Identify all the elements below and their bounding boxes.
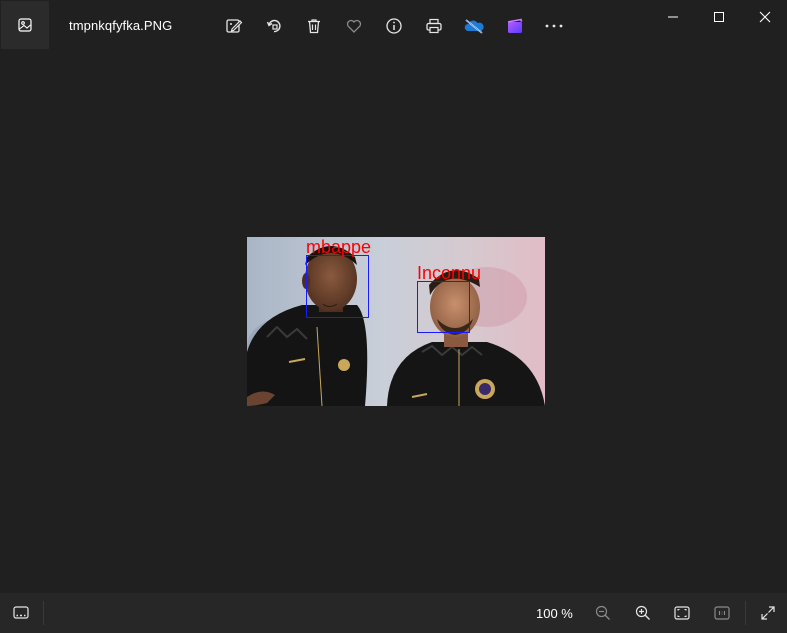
favorite-icon[interactable] xyxy=(341,13,367,39)
delete-icon[interactable] xyxy=(301,13,327,39)
zoom-level: 100 % xyxy=(536,606,573,621)
status-divider xyxy=(43,601,44,625)
photos-window: tmpnkqfyfka.PNG mbappe Inconnu 100 % xyxy=(0,0,787,633)
face-box-mbappe xyxy=(306,255,369,318)
info-icon[interactable] xyxy=(381,13,407,39)
onedrive-icon[interactable] xyxy=(461,13,487,39)
rotate-icon[interactable] xyxy=(261,13,287,39)
filmstrip-icon[interactable] xyxy=(9,601,33,625)
edit-image-icon[interactable] xyxy=(221,13,247,39)
photos-app-icon[interactable] xyxy=(1,1,49,49)
zoom-out-icon[interactable] xyxy=(591,601,615,625)
maximize-icon[interactable] xyxy=(696,0,742,34)
print-icon[interactable] xyxy=(421,13,447,39)
file-name: tmpnkqfyfka.PNG xyxy=(69,18,173,33)
fit-to-window-icon[interactable] xyxy=(670,601,694,625)
title-bar: tmpnkqfyfka.PNG xyxy=(0,0,787,49)
bottom-toolbar: 100 % xyxy=(0,593,787,633)
minimize-icon[interactable] xyxy=(650,0,696,34)
face-label-mbappe: mbappe xyxy=(306,237,372,257)
close-icon[interactable] xyxy=(742,0,787,34)
clipchamp-icon[interactable] xyxy=(502,13,528,39)
displayed-photo xyxy=(247,237,545,406)
face-label-inconnu: Inconnu xyxy=(417,263,482,283)
zoom-in-icon[interactable] xyxy=(631,601,655,625)
status-divider xyxy=(745,601,746,625)
face-box-inconnu xyxy=(417,281,470,333)
fullscreen-icon[interactable] xyxy=(756,601,780,625)
more-options-icon[interactable] xyxy=(541,13,567,39)
actual-size-icon[interactable] xyxy=(710,601,734,625)
